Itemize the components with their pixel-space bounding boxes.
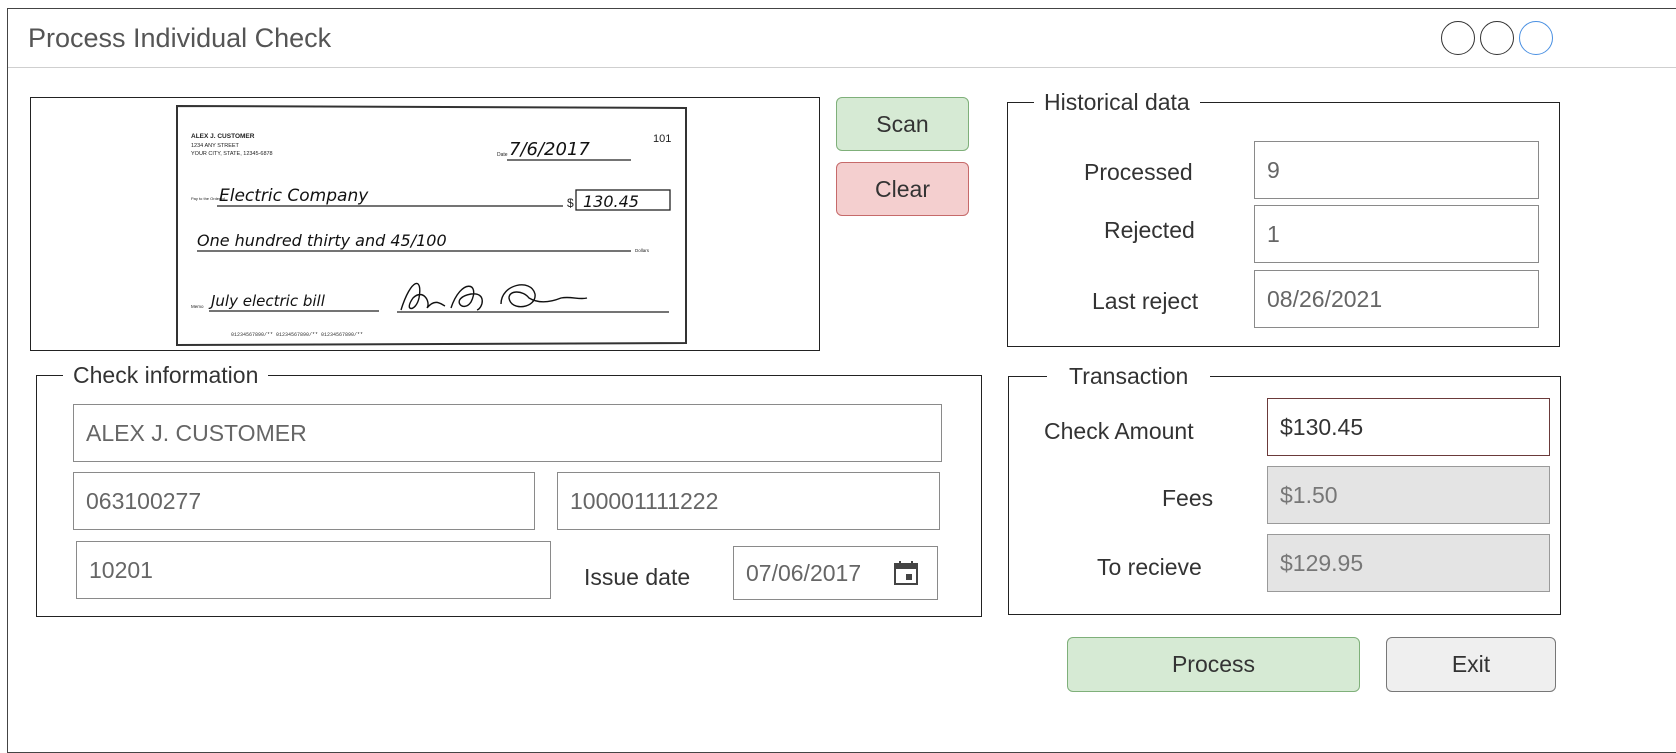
scan-button[interactable]: Scan	[836, 97, 969, 151]
rejected-field[interactable]	[1254, 205, 1539, 263]
to-receive-field	[1267, 534, 1550, 592]
last-reject-label: Last reject	[1092, 288, 1199, 314]
fees-label: Fees	[1162, 485, 1214, 511]
window-title: Process Individual Check	[28, 23, 332, 53]
last-reject-field[interactable]	[1254, 270, 1539, 328]
check-amount-words: One hundred thirty and 45/100	[197, 231, 447, 250]
issue-date-label: Issue date	[584, 564, 691, 590]
check-micr-line: 01234567890/** 01234567890/** 0123456789…	[231, 332, 363, 338]
exit-button[interactable]: Exit	[1386, 637, 1556, 692]
routing-number-field[interactable]	[73, 472, 535, 530]
check-address-2: YOUR CITY, STATE, 12345-6878	[191, 151, 273, 157]
check-number-field[interactable]	[76, 541, 551, 599]
check-payee: Electric Company	[219, 186, 369, 206]
check-amount-field[interactable]	[1267, 398, 1550, 456]
transaction-legend: Transaction	[1069, 363, 1189, 389]
calendar-icon[interactable]	[893, 560, 919, 586]
minimize-button[interactable]	[1441, 21, 1475, 55]
check-customer-name: ALEX J. CUSTOMER	[191, 133, 255, 140]
check-memo-label: Memo	[191, 304, 204, 309]
to-receive-label: To recieve	[1097, 554, 1202, 580]
fees-field	[1267, 466, 1550, 524]
account-number-field[interactable]	[557, 472, 940, 530]
process-check-window: Process Individual Check ALEX J. CUSTOME…	[7, 8, 1676, 753]
check-address-1: 1234 ANY STREET	[191, 143, 240, 149]
historical-data-legend: Historical data	[1044, 89, 1190, 115]
check-information-legend: Check information	[73, 362, 259, 388]
check-dollars-label: Dollars	[635, 248, 650, 253]
processed-field[interactable]	[1254, 141, 1539, 199]
process-button[interactable]: Process	[1067, 637, 1360, 692]
check-dollar-sign: $	[567, 196, 574, 210]
check-memo: July electric bill	[208, 292, 326, 310]
close-button[interactable]	[1519, 21, 1553, 55]
check-image-frame: ALEX J. CUSTOMER 1234 ANY STREET YOUR CI…	[30, 97, 820, 351]
customer-name-field[interactable]	[73, 404, 942, 462]
check-amount-label: Check Amount	[1044, 418, 1194, 444]
title-bar: Process Individual Check	[8, 9, 1676, 68]
check-date: 7/6/2017	[509, 139, 590, 160]
clear-button[interactable]: Clear	[836, 162, 969, 216]
check-image: ALEX J. CUSTOMER 1234 ANY STREET YOUR CI…	[176, 104, 687, 347]
rejected-label: Rejected	[1104, 217, 1195, 243]
check-number: 101	[653, 133, 671, 145]
processed-label: Processed	[1084, 159, 1193, 185]
check-date-label: Date	[497, 152, 508, 158]
check-amount-box: 130.45	[583, 192, 639, 211]
restore-button[interactable]	[1480, 21, 1514, 55]
